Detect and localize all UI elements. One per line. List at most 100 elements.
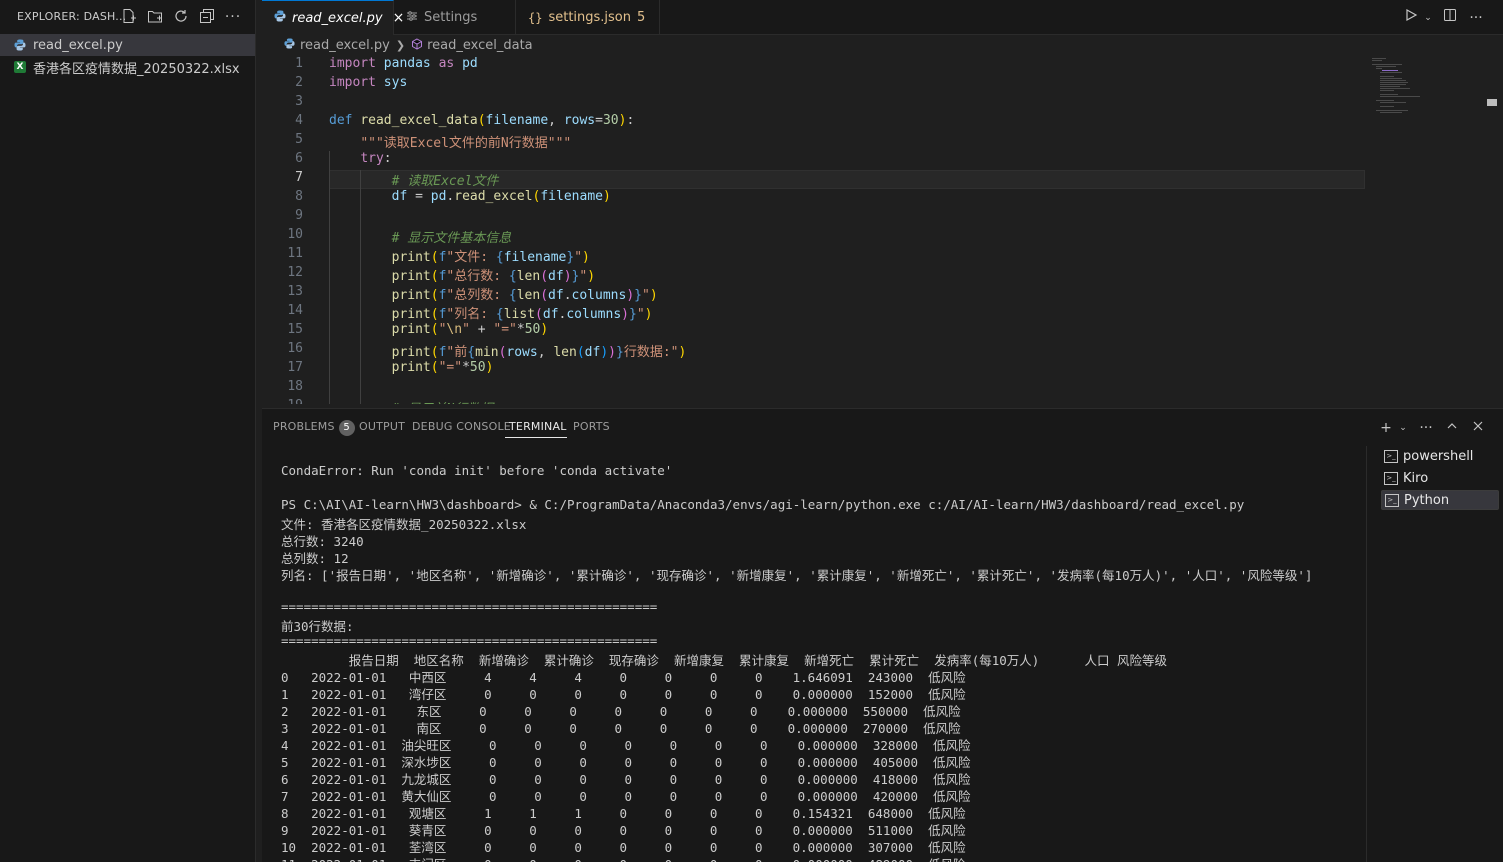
terminal-icon: >_ <box>1384 471 1398 485</box>
terminal-line: ========================================… <box>281 599 658 614</box>
new-file-icon[interactable] <box>120 8 138 26</box>
code-editor[interactable]: 12345678910111213141516171819 import pan… <box>262 56 1503 404</box>
chevron-down-icon[interactable]: ⌄ <box>1418 8 1438 28</box>
terminal-line: CondaError: Run 'conda init' before 'con… <box>281 463 673 478</box>
line-number: 6 <box>295 151 303 166</box>
excel-file-icon: X <box>14 61 26 73</box>
new-folder-icon[interactable] <box>146 8 164 26</box>
line-number: 3 <box>295 94 303 109</box>
maximize-panel-icon[interactable] <box>1442 418 1462 438</box>
code-line-2: import sys <box>329 75 408 90</box>
code-line-15: print("\n" + "="*50) <box>391 322 549 337</box>
line-number: 1 <box>295 56 303 71</box>
line-number: 15 <box>287 322 303 337</box>
terminal-line: 列名: ['报告日期', '地区名称', '新增确诊', '累计确诊', '现存… <box>281 568 1313 583</box>
tab-label: Settings <box>424 10 478 25</box>
tab-settings-json[interactable]: {} settings.json 5 <box>516 0 660 35</box>
line-number: 12 <box>287 265 303 280</box>
python-file-icon <box>284 38 295 53</box>
terminal-output[interactable]: CondaError: Run 'conda init' before 'con… <box>281 463 1361 862</box>
problems-badge: 5 <box>637 10 646 25</box>
terminal-item-powershell[interactable]: >_ powershell <box>1381 446 1499 466</box>
problems-count-badge: 5 <box>338 420 355 436</box>
editor-tab-bar: read_excel.py × Settings {} settings.jso… <box>262 0 1503 35</box>
terminal-icon: >_ <box>1385 493 1399 507</box>
collapse-all-icon[interactable] <box>198 8 216 26</box>
code-line-8: df = pd.read_excel(filename) <box>391 189 611 204</box>
line-number: 8 <box>295 189 303 204</box>
terminal-name: Kiro <box>1403 470 1429 486</box>
tab-debug-console[interactable]: DEBUG CONSOLE <box>412 420 511 433</box>
tab-problems[interactable]: PROBLEMS 5 <box>273 420 355 436</box>
breadcrumb-file[interactable]: read_excel.py <box>300 38 390 53</box>
terminal-name: powershell <box>1403 448 1474 464</box>
line-number: 19 <box>262 398 303 404</box>
explorer-sidebar: EXPLORER: DASH... ··· read_excel.py X 香港… <box>0 0 256 862</box>
breadcrumb-symbol[interactable]: read_excel_data <box>427 38 533 53</box>
line-number: 7 <box>295 170 303 185</box>
more-actions-icon[interactable]: ··· <box>224 8 242 26</box>
file-name: 香港各区疫情数据_20250322.xlsx <box>33 61 240 77</box>
line-number: 2 <box>295 75 303 90</box>
scrollbar-thumb[interactable] <box>1487 99 1497 106</box>
line-number: 16 <box>287 341 303 356</box>
line-number: 18 <box>287 379 303 394</box>
code-line-11: print(f"文件: {filename}") <box>391 250 590 265</box>
line-number: 11 <box>287 246 303 261</box>
code-line-10: # 显示文件基本信息 <box>391 231 512 246</box>
code-line-14: print(f"列名: {list(df.columns)}") <box>391 307 653 322</box>
settings-icon <box>406 10 418 26</box>
tab-label: read_excel.py <box>292 10 383 26</box>
code-line-19: # 显示前N行数据 <box>329 398 493 404</box>
close-panel-icon[interactable] <box>1468 418 1488 438</box>
terminal-list: >_ powershell >_ Kiro >_ Python <box>1366 446 1503 862</box>
terminal-item-kiro[interactable]: >_ Kiro <box>1381 468 1499 488</box>
python-file-icon <box>14 39 26 51</box>
breadcrumb: read_excel.py ❯ read_excel_data <box>262 35 1503 56</box>
line-number: 5 <box>295 132 303 147</box>
chevron-right-icon: ❯ <box>395 39 406 52</box>
active-tab-indicator <box>505 437 567 438</box>
code-line-13: print(f"总列数: {len(df.columns)}") <box>391 288 658 303</box>
tab-output[interactable]: OUTPUT <box>359 420 405 433</box>
code-line-1: import pandas as pd <box>329 56 478 71</box>
chevron-down-icon[interactable]: ⌄ <box>1393 418 1413 438</box>
terminal-icon: >_ <box>1384 449 1398 463</box>
line-number: 4 <box>295 113 303 128</box>
file-item-xlsx[interactable]: X 香港各区疫情数据_20250322.xlsx <box>0 56 255 78</box>
line-number: 9 <box>295 208 303 223</box>
tab-label: PROBLEMS <box>273 420 335 433</box>
line-number: 10 <box>287 227 303 242</box>
json-braces-icon: {} <box>528 10 543 25</box>
terminal-line: PS C:\AI\AI-learn\HW3\dashboard> & C:/Pr… <box>281 497 1245 512</box>
code-line-16: print(f"前{min(rows, len(df))}行数据:") <box>391 345 687 360</box>
python-file-icon <box>274 10 286 26</box>
line-number: 14 <box>287 303 303 318</box>
tab-terminal[interactable]: TERMINAL <box>509 420 567 433</box>
terminal-item-python[interactable]: >_ Python <box>1381 490 1499 510</box>
code-line-17: print("="*50) <box>391 360 494 375</box>
more-actions-icon[interactable]: ··· <box>1466 8 1486 28</box>
cube-icon <box>411 37 423 54</box>
code-line-4: def read_excel_data(filename, rows=30): <box>329 113 635 128</box>
line-number: 17 <box>287 360 303 375</box>
terminal-name: Python <box>1404 492 1450 508</box>
tab-read-excel-py[interactable]: read_excel.py × <box>262 0 404 35</box>
terminal-line: ========================================… <box>281 633 658 648</box>
explorer-title: EXPLORER: DASH... <box>17 10 127 23</box>
tab-settings[interactable]: Settings <box>394 0 516 35</box>
code-line-6: try: <box>360 151 392 166</box>
code-line-5: """读取Excel文件的前N行数据""" <box>360 136 572 151</box>
line-number: 13 <box>287 284 303 299</box>
minimap[interactable] <box>1372 56 1432 126</box>
code-line-7: # 读取Excel文件 <box>391 174 499 189</box>
refresh-icon[interactable] <box>172 8 190 26</box>
file-item-read-excel-py[interactable]: read_excel.py <box>0 34 255 56</box>
code-line-12: print(f"总行数: {len(df)}") <box>391 269 596 284</box>
more-actions-icon[interactable]: ··· <box>1416 418 1436 438</box>
split-editor-icon[interactable] <box>1440 8 1460 28</box>
terminal-line: 11 2022-01-01 屯门区 0 0 0 0 0 0 0 0.000000… <box>281 854 966 862</box>
tab-ports[interactable]: PORTS <box>573 420 610 433</box>
file-name: read_excel.py <box>33 37 123 53</box>
tab-label: settings.json <box>548 10 632 25</box>
